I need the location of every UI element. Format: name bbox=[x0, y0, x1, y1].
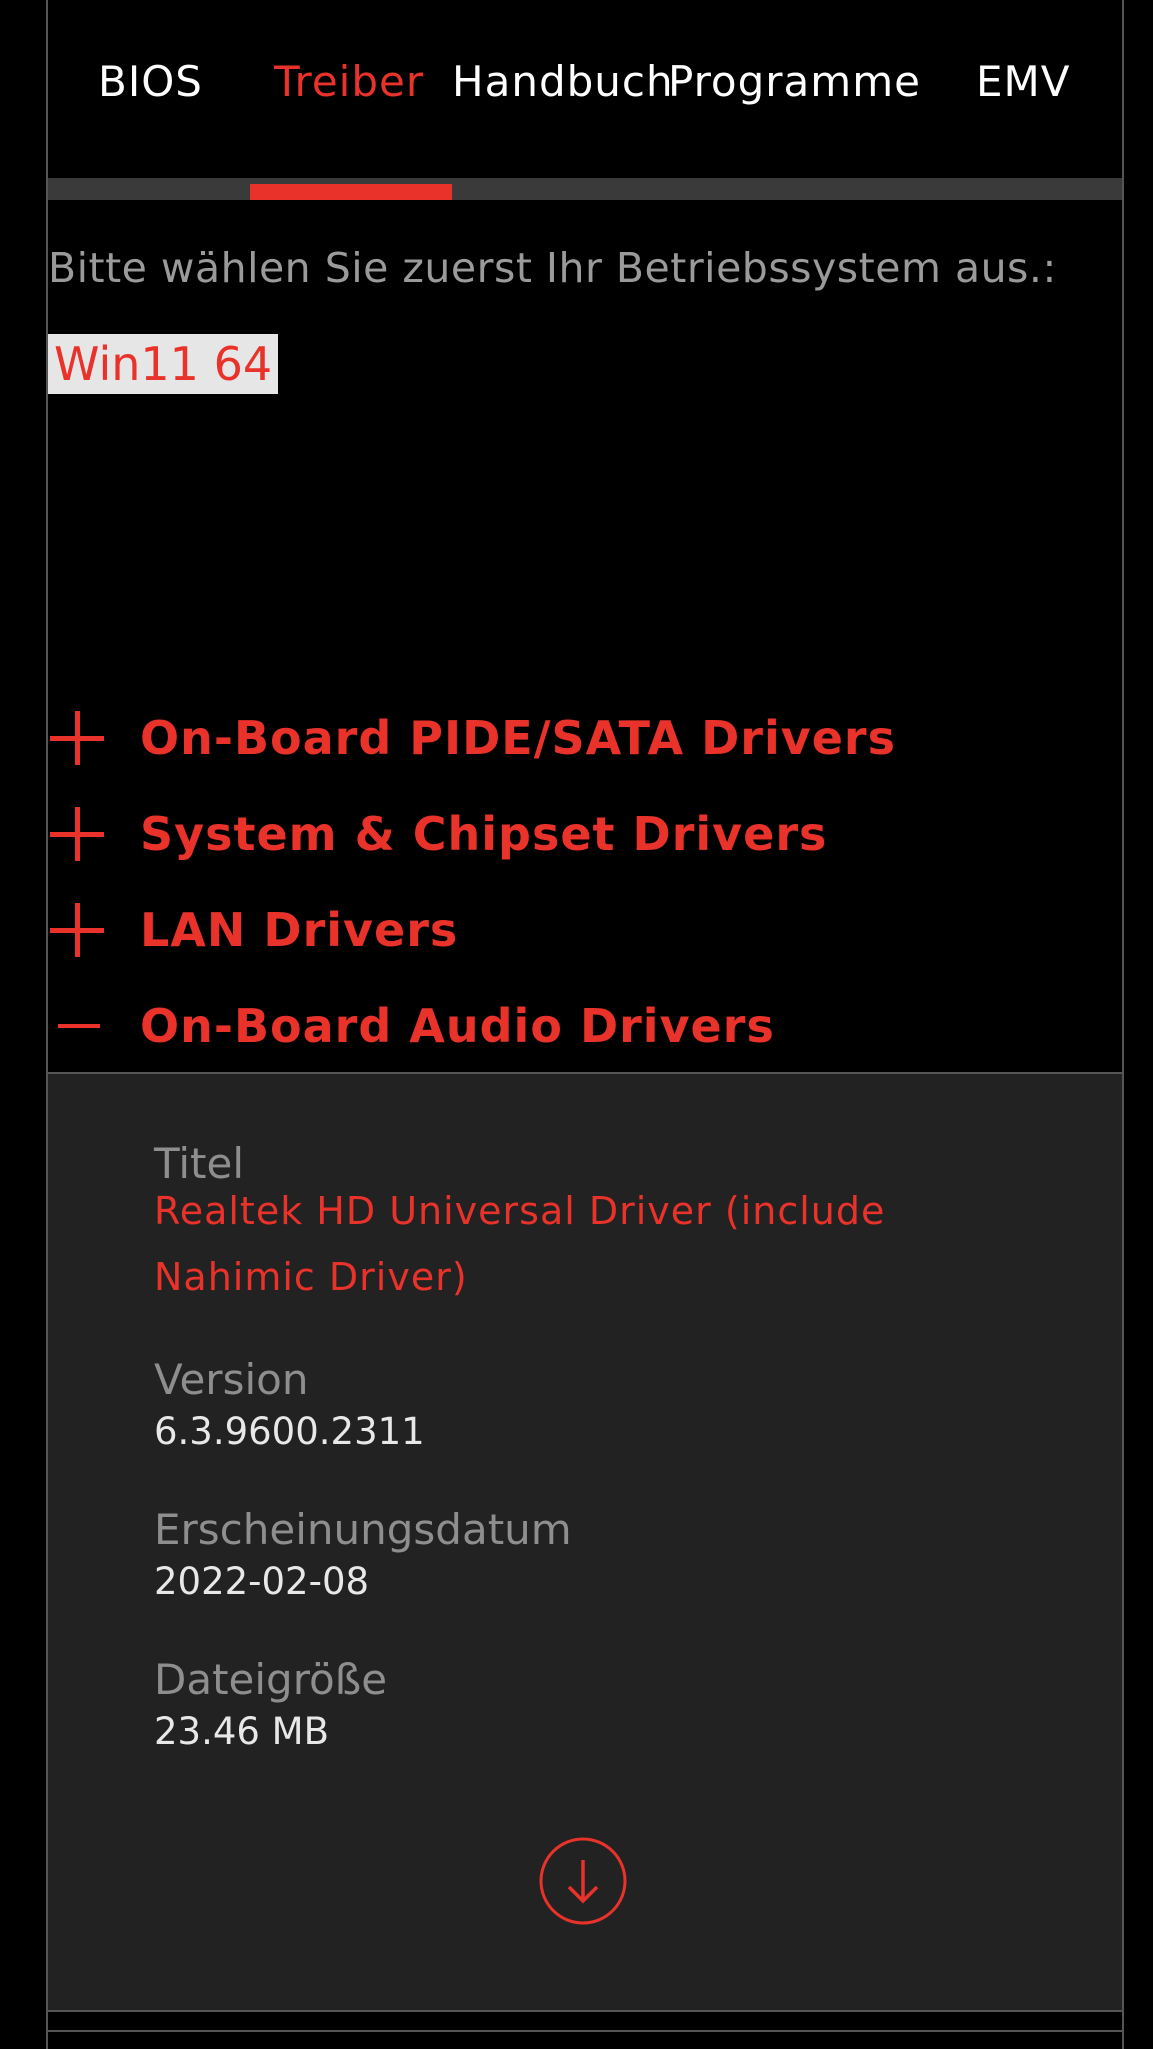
os-prompt: Bitte wählen Sie zuerst Ihr Betriebssyst… bbox=[48, 244, 1057, 292]
date-value: 2022-02-08 bbox=[154, 1560, 370, 1603]
driver-title: Realtek HD Universal Driver (include Nah… bbox=[154, 1189, 886, 1299]
driver-detail-panel: Titel Realtek HD Universal Driver (inclu… bbox=[48, 1072, 1122, 2012]
driver-support-frame: BIOS Treiber Handbuch Programme EMV Bitt… bbox=[46, 0, 1124, 2049]
os-select[interactable]: Win11 64 bbox=[48, 334, 279, 394]
category-onboard-audio[interactable]: On-Board Audio Drivers bbox=[48, 986, 1122, 1066]
version-value: 6.3.9600.2311 bbox=[154, 1410, 425, 1453]
version-label: Version bbox=[154, 1355, 309, 1404]
plus-icon bbox=[50, 807, 104, 861]
size-value: 23.46 MB bbox=[154, 1710, 329, 1753]
category-label: LAN Drivers bbox=[140, 903, 459, 957]
category-label: On-Board Audio Drivers bbox=[140, 999, 775, 1053]
tab-bar: BIOS Treiber Handbuch Programme EMV bbox=[48, 0, 1122, 176]
tab-handbuch[interactable]: Handbuch bbox=[452, 56, 674, 108]
date-label: Erscheinungsdatum bbox=[154, 1505, 572, 1554]
download-icon[interactable] bbox=[538, 1836, 628, 1926]
category-label: On-Board PIDE/SATA Drivers bbox=[140, 711, 896, 765]
size-label: Dateigröße bbox=[154, 1655, 388, 1704]
category-pide-sata[interactable]: On-Board PIDE/SATA Drivers bbox=[48, 698, 1122, 778]
active-tab-indicator bbox=[250, 184, 452, 200]
tab-emv[interactable]: EMV bbox=[976, 56, 1071, 108]
tab-programme[interactable]: Programme bbox=[668, 56, 921, 108]
tab-bios[interactable]: BIOS bbox=[98, 56, 203, 108]
category-system-chipset[interactable]: System & Chipset Drivers bbox=[48, 794, 1122, 874]
minus-icon bbox=[58, 1024, 100, 1028]
plus-icon bbox=[50, 711, 104, 765]
bottom-divider bbox=[48, 2030, 1122, 2032]
category-label: System & Chipset Drivers bbox=[140, 807, 828, 861]
category-lan[interactable]: LAN Drivers bbox=[48, 890, 1122, 970]
tab-treiber[interactable]: Treiber bbox=[274, 56, 424, 108]
plus-icon bbox=[50, 903, 104, 957]
tab-track bbox=[48, 178, 1122, 200]
